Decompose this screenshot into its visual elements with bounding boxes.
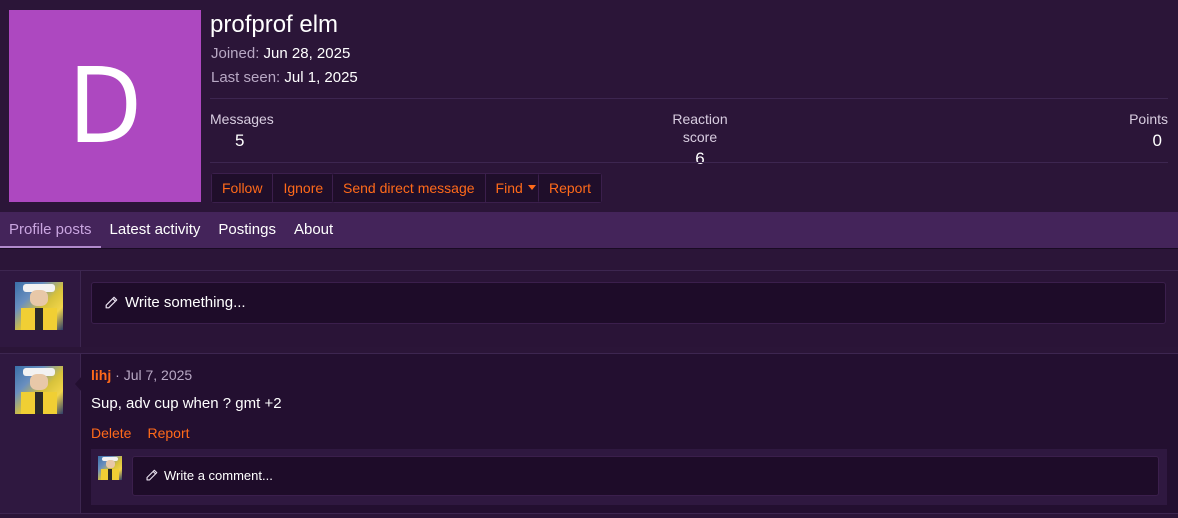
page-bottom-edge	[0, 513, 1178, 518]
stat-points[interactable]: Points 0	[1129, 110, 1168, 152]
last-seen-info: Last seen: Jul 1, 2025	[211, 68, 358, 88]
last-seen-value: Jul 1, 2025	[284, 69, 358, 86]
caret-down-icon	[527, 184, 536, 190]
post-meta: lihj · Jul 7, 2025	[91, 366, 192, 384]
joined-info: Joined: Jun 28, 2025	[211, 44, 350, 64]
profile-username: profprof elm	[210, 11, 339, 38]
comment-user-avatar[interactable]	[98, 456, 122, 480]
follow-ignore-group: Follow Ignore	[211, 173, 335, 203]
header-divider	[210, 98, 1168, 99]
profile-avatar[interactable]: D	[9, 10, 201, 202]
joined-value: Jun 28, 2025	[263, 45, 351, 62]
avatar-art	[30, 290, 48, 306]
stat-messages-value: 5	[235, 131, 245, 150]
post-author-avatar[interactable]	[15, 366, 63, 414]
header-divider	[210, 162, 1168, 163]
avatar-art	[30, 374, 48, 390]
report-profile-button[interactable]: Report	[539, 174, 602, 202]
tab-postings[interactable]: Postings	[209, 212, 285, 248]
pencil-icon	[145, 469, 158, 482]
stat-messages[interactable]: Messages 5	[210, 110, 274, 152]
delete-post-link[interactable]: Delete	[91, 424, 131, 442]
tab-about[interactable]: About	[285, 212, 342, 248]
composer-placeholder: Write something...	[125, 294, 246, 311]
pencil-icon	[104, 296, 118, 310]
write-comment-input[interactable]: Write a comment...	[132, 456, 1159, 496]
post-date[interactable]: Jul 7, 2025	[124, 367, 193, 383]
tab-profile-posts[interactable]: Profile posts	[0, 212, 101, 248]
joined-label: Joined:	[211, 45, 260, 62]
send-direct-message-button[interactable]: Send direct message	[333, 174, 486, 202]
tab-latest-activity[interactable]: Latest activity	[101, 212, 210, 248]
post-author-link[interactable]: lihj	[91, 367, 111, 383]
post-gutter	[0, 354, 81, 513]
avatar-art	[106, 460, 115, 468]
meta-separator: ·	[115, 367, 120, 383]
current-user-avatar[interactable]	[15, 282, 63, 330]
last-seen-label: Last seen:	[211, 69, 281, 86]
stat-messages-label: Messages	[210, 111, 274, 127]
profile-header: D profprof elm Joined: Jun 28, 2025 Last…	[0, 0, 1178, 212]
message-find-group: Send direct message Find	[332, 173, 547, 203]
report-post-link[interactable]: Report	[147, 424, 189, 442]
stat-reaction-label: Reaction score	[672, 111, 728, 145]
stat-reaction-value: 6	[695, 149, 705, 168]
stat-reaction-score[interactable]: Reaction score 6	[656, 110, 744, 170]
post-actions: Delete Report	[91, 424, 190, 442]
avatar-art	[108, 469, 112, 480]
follow-button[interactable]: Follow	[212, 174, 274, 202]
profile-post: lihj · Jul 7, 2025 Sup, adv cup when ? g…	[0, 353, 1178, 513]
comment-area: Write a comment...	[91, 449, 1167, 505]
report-group: Report	[538, 173, 603, 203]
stat-points-value: 0	[1152, 131, 1162, 150]
profile-post-composer: Write something...	[0, 270, 1178, 347]
profile-tabs: Profile posts Latest activity Postings A…	[0, 212, 1178, 249]
write-something-input[interactable]: Write something...	[91, 282, 1166, 324]
find-label: Find	[495, 180, 523, 196]
avatar-art	[35, 308, 43, 330]
content-spacer	[0, 249, 1178, 270]
stat-points-label: Points	[1129, 111, 1168, 127]
post-message: Sup, adv cup when ? gmt +2	[91, 395, 282, 412]
composer-gutter	[0, 271, 81, 347]
comment-placeholder: Write a comment...	[164, 468, 273, 483]
avatar-art	[35, 392, 43, 414]
avatar-letter: D	[68, 45, 142, 167]
find-button[interactable]: Find	[485, 174, 546, 202]
ignore-button[interactable]: Ignore	[273, 174, 334, 202]
